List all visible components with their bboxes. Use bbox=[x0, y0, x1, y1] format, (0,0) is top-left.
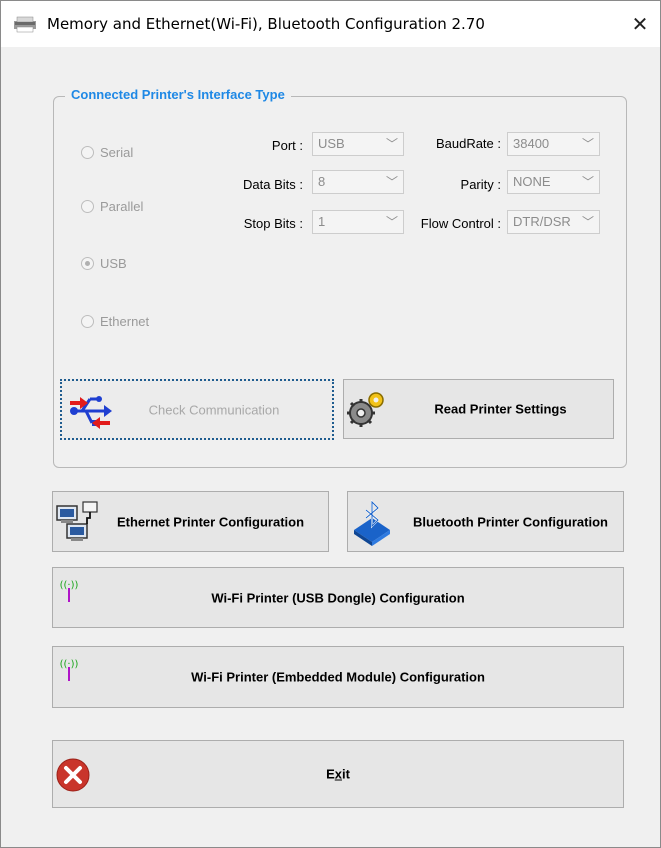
radio-label: Ethernet bbox=[100, 314, 150, 329]
close-button[interactable]: ✕ bbox=[621, 7, 659, 41]
radio-label: USB bbox=[100, 256, 127, 271]
radio-serial[interactable]: Serial bbox=[81, 145, 133, 160]
exit-label-prefix: E bbox=[326, 766, 335, 782]
chevron-down-icon: ﹀ bbox=[385, 175, 398, 189]
ethernet-printer-configuration-label: Ethernet Printer Configuration bbox=[116, 514, 305, 529]
stop-bits-label: Stop Bits : bbox=[243, 216, 303, 231]
chevron-down-icon: ﹀ bbox=[385, 215, 398, 229]
bluetooth-printer-configuration-label: Bluetooth Printer Configuration bbox=[413, 514, 608, 529]
ethernet-printer-configuration-button[interactable]: Ethernet Printer Configuration bbox=[52, 491, 329, 552]
port-label: Port : bbox=[271, 138, 303, 153]
title-bar: Memory and Ethernet(Wi-Fi), Bluetooth Co… bbox=[1, 1, 660, 47]
check-communication-button[interactable]: Check Communication bbox=[60, 379, 334, 440]
read-printer-settings-button[interactable]: Read Printer Settings bbox=[343, 379, 614, 439]
data-bits-select[interactable]: 8 ﹀ bbox=[312, 170, 404, 194]
radio-parallel[interactable]: Parallel bbox=[81, 199, 143, 214]
baud-rate-select[interactable]: 38400 ﹀ bbox=[507, 132, 600, 156]
read-printer-settings-label: Read Printer Settings bbox=[434, 401, 567, 417]
group-title: Connected Printer's Interface Type bbox=[65, 87, 291, 102]
parity-select[interactable]: NONE ﹀ bbox=[507, 170, 600, 194]
exit-label-suffix: it bbox=[341, 766, 350, 782]
port-value: USB bbox=[318, 136, 345, 151]
stop-bits-value: 1 bbox=[318, 214, 326, 229]
radio-circle bbox=[81, 146, 94, 159]
radio-circle bbox=[81, 257, 94, 270]
bluetooth-printer-configuration-button[interactable]: Bluetooth Printer Configuration bbox=[347, 491, 624, 552]
wifi-embedded-module-configuration-button[interactable]: ((·)) Wi-Fi Printer (Embedded Module) Co… bbox=[52, 646, 624, 708]
chevron-down-icon: ﹀ bbox=[581, 175, 594, 189]
stop-bits-select[interactable]: 1 ﹀ bbox=[312, 210, 404, 234]
radio-usb[interactable]: USB bbox=[81, 256, 127, 271]
radio-circle bbox=[81, 315, 94, 328]
exit-label: Exit bbox=[53, 767, 623, 782]
wifi-usb-dongle-configuration-button[interactable]: ((·)) Wi-Fi Printer (USB Dongle) Configu… bbox=[52, 567, 624, 628]
parity-value: NONE bbox=[513, 174, 551, 189]
baud-rate-value: 38400 bbox=[513, 136, 550, 151]
flow-control-value: DTR/DSR bbox=[513, 214, 571, 229]
chevron-down-icon: ﹀ bbox=[581, 215, 594, 229]
baud-rate-label: BaudRate : bbox=[435, 136, 501, 151]
flow-control-label: Flow Control : bbox=[420, 216, 501, 231]
radio-ethernet[interactable]: Ethernet bbox=[81, 314, 149, 329]
radio-circle bbox=[81, 200, 94, 213]
data-bits-value: 8 bbox=[318, 174, 326, 189]
app-window: Memory and Ethernet(Wi-Fi), Bluetooth Co… bbox=[0, 0, 661, 848]
printer-app-icon bbox=[14, 16, 36, 33]
port-select[interactable]: USB ﹀ bbox=[312, 132, 404, 156]
radio-label: Parallel bbox=[100, 199, 144, 214]
check-communication-label: Check Communication bbox=[148, 402, 280, 417]
exit-button[interactable]: Exit bbox=[52, 740, 624, 808]
window-title: Memory and Ethernet(Wi-Fi), Bluetooth Co… bbox=[47, 15, 485, 33]
flow-control-select[interactable]: DTR/DSR ﹀ bbox=[507, 210, 600, 234]
wifi-embedded-module-configuration-label: Wi-Fi Printer (Embedded Module) Configur… bbox=[191, 669, 485, 685]
exit-label-mnemonic: x bbox=[334, 766, 342, 782]
data-bits-label: Data Bits : bbox=[243, 177, 303, 192]
chevron-down-icon: ﹀ bbox=[385, 137, 398, 151]
wifi-usb-dongle-configuration-label: Wi-Fi Printer (USB Dongle) Configuration bbox=[211, 590, 465, 605]
chevron-down-icon: ﹀ bbox=[581, 137, 594, 151]
radio-label: Serial bbox=[100, 145, 134, 160]
parity-label: Parity : bbox=[460, 177, 501, 192]
